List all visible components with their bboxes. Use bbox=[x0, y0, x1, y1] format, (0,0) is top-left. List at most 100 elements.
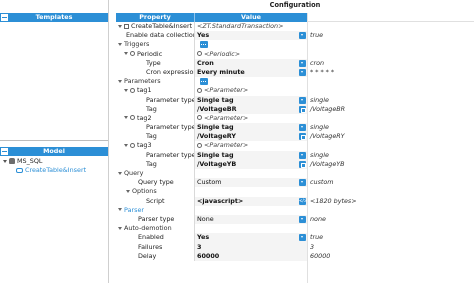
collapse-arrow-icon[interactable] bbox=[124, 116, 128, 120]
grid-row-auto-demotion[interactable]: Auto-demotion bbox=[116, 224, 474, 234]
row-label: Parameters bbox=[124, 77, 161, 86]
query-type-select[interactable]: Custom bbox=[194, 178, 307, 188]
dropdown-icon[interactable] bbox=[299, 96, 306, 104]
row-value: <Parameter> bbox=[204, 113, 249, 122]
grid-row-tag[interactable]: Tag /VoltageYB /VoltageYB bbox=[116, 159, 474, 169]
raw-value: true bbox=[310, 31, 324, 40]
grid-row-options[interactable]: Options bbox=[116, 187, 474, 197]
clock-icon bbox=[130, 51, 135, 57]
grid-row-enabled[interactable]: Enabled Yes true bbox=[116, 233, 474, 243]
grid-row-tag1[interactable]: tag1 <Parameter> bbox=[116, 86, 474, 96]
tree-item-ms-sql[interactable]: MS_SQL bbox=[3, 157, 42, 165]
grid-row-triggers[interactable]: Triggers bbox=[116, 40, 474, 50]
collapse-icon[interactable] bbox=[1, 14, 8, 21]
dropdown-icon[interactable] bbox=[299, 179, 306, 187]
enabled-select[interactable]: Yes bbox=[194, 233, 307, 243]
failures-input[interactable]: 3 bbox=[194, 242, 307, 252]
more-button[interactable] bbox=[200, 40, 208, 48]
row-label: Query bbox=[124, 169, 144, 177]
more-button[interactable] bbox=[200, 77, 208, 85]
collapse-icon[interactable] bbox=[1, 148, 8, 155]
grid-row-query[interactable]: Query bbox=[116, 169, 474, 179]
tree-item-createtable[interactable]: CreateTable&Insert bbox=[16, 166, 86, 174]
row-label: Parameter type bbox=[146, 123, 194, 132]
parameter-type-select[interactable]: Single tag bbox=[194, 150, 307, 160]
grid-row-transaction[interactable]: CreateTable&Insert <ZT.StandardTransacti… bbox=[116, 22, 474, 32]
transaction-icon bbox=[16, 167, 23, 173]
row-label: Type bbox=[146, 58, 161, 67]
tag-picker-icon[interactable] bbox=[299, 160, 306, 168]
collapse-arrow-icon[interactable] bbox=[118, 171, 122, 175]
raw-value: /VoltageYB bbox=[310, 159, 345, 168]
tag-picker-icon[interactable] bbox=[299, 105, 306, 113]
collapse-arrow-icon[interactable] bbox=[118, 226, 122, 230]
row-label: CreateTable&Insert bbox=[131, 22, 193, 30]
raw-value: true bbox=[310, 233, 324, 242]
value-column-header: Value bbox=[194, 13, 307, 22]
grid-row-script[interactable]: Script <javascript> <1820 bytes> bbox=[116, 196, 474, 206]
collapse-arrow-icon[interactable] bbox=[118, 42, 122, 46]
property-grid: CreateTable&Insert <ZT.StandardTransacti… bbox=[116, 22, 474, 261]
collapse-arrow-icon[interactable] bbox=[118, 24, 122, 28]
grid-row-parser[interactable]: Parser bbox=[116, 205, 474, 215]
database-icon bbox=[9, 158, 15, 164]
row-label: Tag bbox=[146, 132, 157, 141]
grid-row-enable-data-collection[interactable]: Enable data collection Yes true bbox=[116, 31, 474, 41]
dropdown-icon[interactable] bbox=[299, 124, 306, 132]
trigger-type-select[interactable]: Cron bbox=[194, 58, 307, 68]
collapse-arrow-icon[interactable] bbox=[118, 208, 122, 212]
tag-field[interactable]: /VoltageBR bbox=[194, 104, 307, 114]
grid-row-type[interactable]: Type Cron cron bbox=[116, 58, 474, 68]
collapse-arrow-icon[interactable] bbox=[124, 88, 128, 92]
script-field[interactable]: <javascript> bbox=[194, 196, 307, 206]
raw-value: /VoltageBR bbox=[310, 104, 346, 113]
grid-row-parameters[interactable]: Parameters bbox=[116, 77, 474, 87]
grid-row-parameter-type[interactable]: Parameter type Single tag single bbox=[116, 95, 474, 105]
model-header: Model bbox=[0, 147, 108, 156]
dropdown-icon[interactable] bbox=[299, 59, 306, 67]
collapse-arrow-icon[interactable] bbox=[124, 52, 128, 56]
dropdown-icon[interactable] bbox=[299, 234, 306, 242]
pane-divider[interactable] bbox=[0, 140, 108, 141]
tag-field[interactable]: /VoltageYB bbox=[194, 159, 307, 169]
grid-row-periodic[interactable]: Periodic <Periodic> bbox=[116, 49, 474, 59]
collapse-arrow-icon[interactable] bbox=[126, 189, 130, 193]
tag-picker-icon[interactable] bbox=[299, 133, 306, 141]
row-label: Enable data collection bbox=[126, 31, 194, 40]
enable-data-collection-select[interactable]: Yes bbox=[194, 31, 307, 41]
row-label: Periodic bbox=[137, 49, 163, 58]
grid-row-failures[interactable]: Failures 3 3 bbox=[116, 242, 474, 252]
grid-row-parameter-type[interactable]: Parameter type Single tag single bbox=[116, 150, 474, 160]
parser-type-select[interactable]: None bbox=[194, 214, 307, 225]
collapse-arrow-icon[interactable] bbox=[118, 79, 122, 83]
gear-icon bbox=[197, 115, 202, 121]
gear-icon bbox=[130, 115, 135, 121]
collapse-arrow-icon[interactable] bbox=[124, 143, 128, 147]
dropdown-icon[interactable] bbox=[299, 151, 306, 159]
grid-row-delay[interactable]: Delay 60000 60000 bbox=[116, 251, 474, 261]
delay-input[interactable]: 60000 bbox=[194, 251, 307, 261]
row-value: <Parameter> bbox=[204, 141, 249, 150]
dropdown-icon[interactable] bbox=[299, 215, 306, 223]
expand-arrow-icon[interactable] bbox=[3, 159, 7, 163]
cron-expression-select[interactable]: Every minute bbox=[194, 67, 307, 78]
raw-value: <1820 bytes> bbox=[310, 196, 357, 205]
dropdown-icon[interactable] bbox=[299, 32, 306, 40]
row-label: tag1 bbox=[137, 86, 152, 95]
row-label: Parameter type bbox=[146, 150, 194, 159]
grid-row-parser-type[interactable]: Parser type None none bbox=[116, 214, 474, 225]
parameter-type-select[interactable]: Single tag bbox=[194, 123, 307, 133]
tag-field[interactable]: /VoltageRY bbox=[194, 132, 307, 142]
grid-row-tag[interactable]: Tag /VoltageRY /VoltageRY bbox=[116, 132, 474, 142]
row-label: Parser bbox=[124, 205, 144, 214]
code-editor-icon[interactable] bbox=[299, 197, 307, 205]
grid-row-cron-expression[interactable]: Cron expression Every minute * * * * * bbox=[116, 67, 474, 78]
grid-row-parameter-type[interactable]: Parameter type Single tag single bbox=[116, 123, 474, 133]
gear-icon bbox=[130, 87, 135, 93]
grid-row-tag3[interactable]: tag3 <Parameter> bbox=[116, 141, 474, 151]
dropdown-icon[interactable] bbox=[299, 68, 306, 76]
grid-row-query-type[interactable]: Query type Custom custom bbox=[116, 178, 474, 188]
grid-row-tag2[interactable]: tag2 <Parameter> bbox=[116, 113, 474, 124]
parameter-type-select[interactable]: Single tag bbox=[194, 95, 307, 105]
grid-row-tag[interactable]: Tag /VoltageBR /VoltageBR bbox=[116, 104, 474, 114]
